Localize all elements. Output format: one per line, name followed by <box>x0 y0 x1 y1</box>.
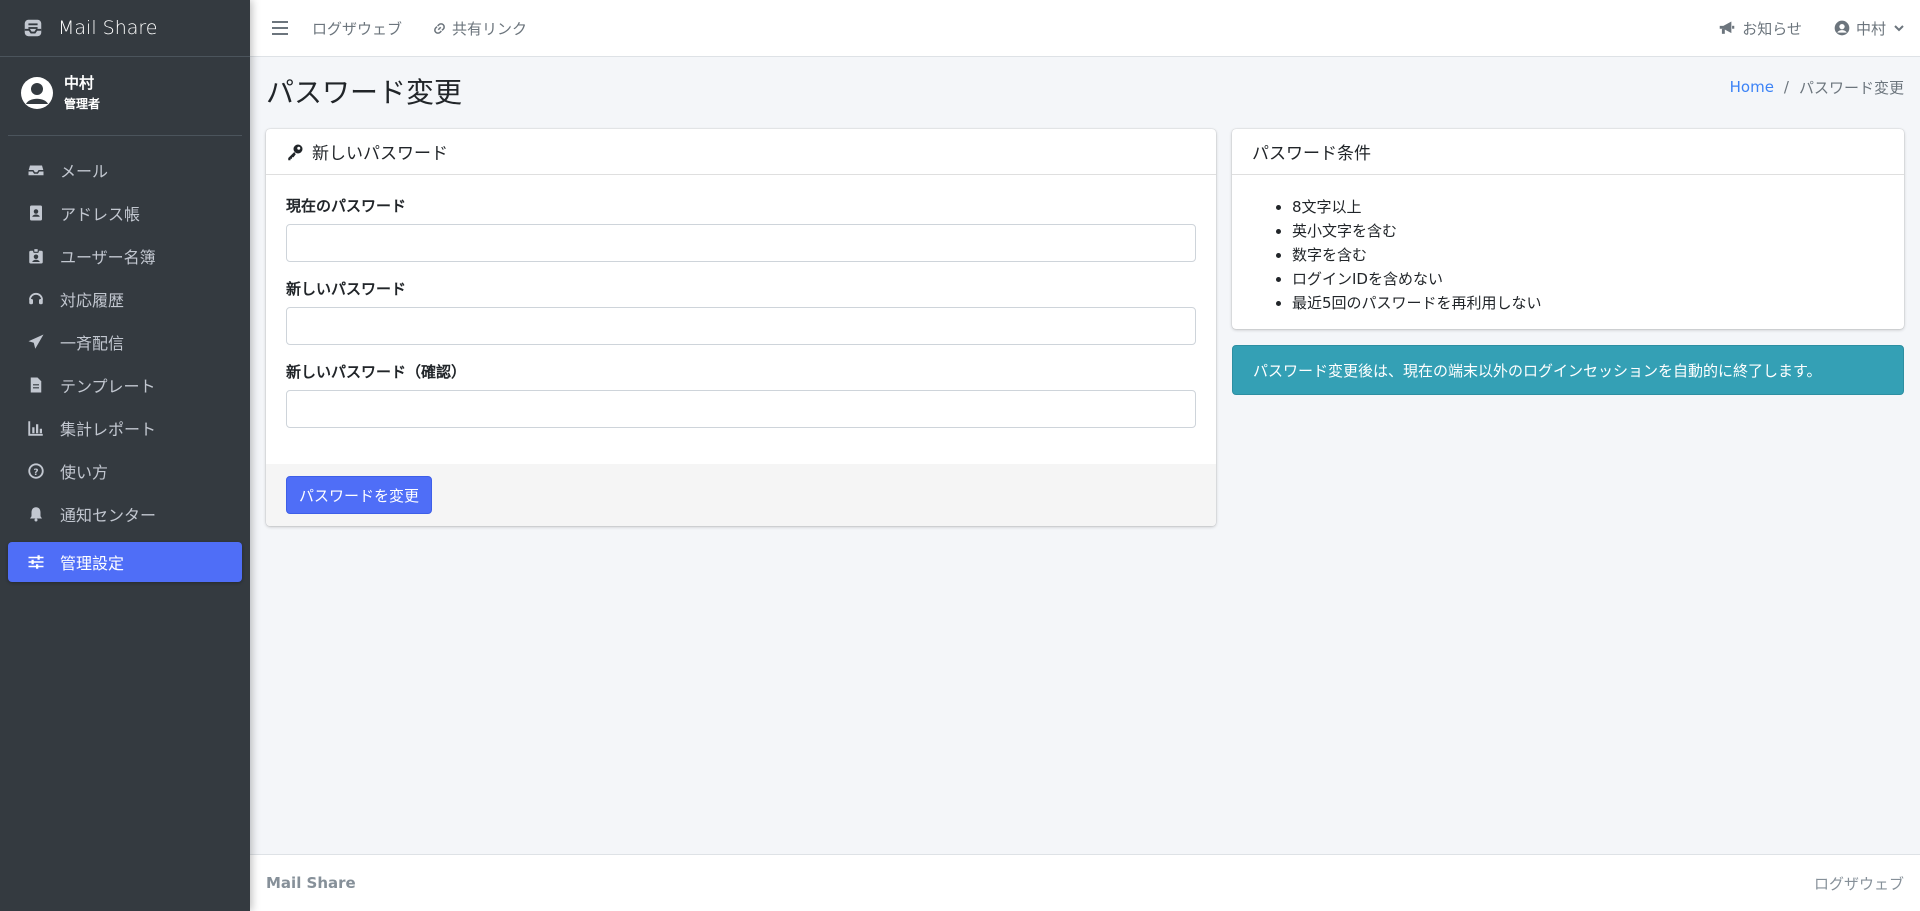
sidebar-item-broadcast[interactable]: 一斉配信 <box>8 322 242 362</box>
sidebar-item-address-book[interactable]: アドレス帳 <box>8 193 242 233</box>
sidebar-item-label: ユーザー名簿 <box>60 248 156 267</box>
sidebar-item-label: メール <box>60 162 109 181</box>
page-footer: Mail Share ログザウェブ <box>250 854 1920 911</box>
sidebar-item-help[interactable]: ? 使い方 <box>8 451 242 491</box>
card-title: 新しいパスワード <box>312 144 448 164</box>
sidebar-item-history[interactable]: 対応履歴 <box>8 279 242 319</box>
hamburger-menu-icon[interactable] <box>270 18 290 38</box>
card-title: パスワード条件 <box>1252 144 1371 164</box>
key-icon <box>286 143 304 161</box>
sidebar-item-mail[interactable]: メール <box>8 150 242 190</box>
user-menu-label: 中村 <box>1855 19 1886 38</box>
sidebar-item-notifications[interactable]: 通知センター <box>8 494 242 534</box>
headset-icon <box>26 289 46 309</box>
brand-link[interactable]: Mail Share <box>0 0 250 57</box>
file-icon <box>26 375 46 395</box>
top-navbar: ログザウェブ 共有リンク お知らせ 中村 <box>250 0 1920 57</box>
svg-text:?: ? <box>33 468 38 478</box>
password-form-card: 新しいパスワード 現在のパスワード 新しいパスワード 新しいパスワード（確認） <box>266 129 1216 526</box>
rules-body: 8文字以上 英小文字を含む 数字を含む ログインIDを含めない 最近5回のパスワ… <box>1232 175 1904 329</box>
new-password-input[interactable] <box>286 307 1196 345</box>
sliders-icon <box>26 552 46 572</box>
chart-bar-icon <box>26 418 46 438</box>
address-book-icon <box>26 203 46 223</box>
sidebar-item-label: 対応履歴 <box>60 291 125 310</box>
user-menu-dropdown[interactable]: 中村 <box>1834 18 1904 39</box>
breadcrumb-home-link[interactable]: Home <box>1730 78 1774 96</box>
breadcrumb-current: パスワード変更 <box>1798 78 1904 97</box>
user-circle-icon <box>1834 20 1850 36</box>
sidebar-item-user-directory[interactable]: ユーザー名簿 <box>8 236 242 276</box>
card-header: 新しいパスワード <box>266 129 1216 175</box>
sidebar-item-label: 通知センター <box>60 506 157 525</box>
sidebar-item-template[interactable]: テンプレート <box>8 365 242 405</box>
user-panel[interactable]: 中村 管理者 <box>8 57 242 136</box>
chevron-down-icon <box>1894 24 1904 32</box>
logout-link[interactable]: ログザウェブ <box>312 18 402 39</box>
bullhorn-icon <box>1718 20 1736 36</box>
current-password-label: 現在のパスワード <box>286 197 407 215</box>
current-password-input[interactable] <box>286 224 1196 262</box>
list-item: 数字を含む <box>1292 243 1884 267</box>
user-name: 中村 <box>64 74 95 92</box>
inbox-icon <box>26 160 46 180</box>
info-alert: パスワード変更後は、現在の端末以外のログインセッションを自動的に終了します。 <box>1232 345 1904 395</box>
user-role: 管理者 <box>64 97 101 111</box>
sidebar-item-label: 使い方 <box>60 463 109 482</box>
list-item: 8文字以上 <box>1292 195 1884 219</box>
confirm-password-input[interactable] <box>286 390 1196 428</box>
list-item: ログインIDを含めない <box>1292 267 1884 291</box>
user-avatar-icon <box>20 76 54 110</box>
sidebar-item-label: 集計レポート <box>60 420 157 439</box>
breadcrumb: Home / パスワード変更 <box>1730 77 1904 98</box>
page-header: パスワード変更 Home / パスワード変更 <box>266 57 1904 129</box>
password-rules-card: パスワード条件 8文字以上 英小文字を含む 数字を含む ログインIDを含めない … <box>1232 129 1904 329</box>
main-content: パスワード変更 Home / パスワード変更 新しいパスワード 現在のパスワード <box>250 57 1920 854</box>
sidebar: Mail Share 中村 管理者 メール アドレス帳 ユーザー名簿 対応履歴 <box>0 0 250 911</box>
notice-link[interactable]: お知らせ <box>1718 18 1802 39</box>
new-password-label: 新しいパスワード <box>286 280 407 298</box>
sidebar-item-label: 管理設定 <box>60 554 125 573</box>
id-badge-icon <box>26 246 46 266</box>
notice-label: お知らせ <box>1742 19 1802 38</box>
sidebar-item-label: アドレス帳 <box>60 205 141 224</box>
sidebar-item-label: テンプレート <box>60 377 156 396</box>
form-footer: パスワードを変更 <box>266 464 1216 526</box>
footer-brand: Mail Share <box>266 874 356 892</box>
list-item: 英小文字を含む <box>1292 219 1884 243</box>
page-title: パスワード変更 <box>266 76 463 109</box>
share-link[interactable]: 共有リンク <box>432 18 527 39</box>
form-body: 現在のパスワード 新しいパスワード 新しいパスワード（確認） <box>266 175 1216 446</box>
footer-right-text: ログザウェブ <box>1813 874 1904 893</box>
list-item: 最近5回のパスワードを再利用しない <box>1292 291 1884 315</box>
sidebar-item-admin-settings[interactable]: 管理設定 <box>8 542 242 582</box>
change-password-button[interactable]: パスワードを変更 <box>286 476 433 514</box>
card-header: パスワード条件 <box>1232 129 1904 175</box>
mail-share-icon <box>20 15 46 41</box>
paper-plane-icon <box>26 332 46 352</box>
link-icon <box>432 21 447 36</box>
bell-icon <box>26 504 46 524</box>
share-link-label: 共有リンク <box>452 19 528 38</box>
question-circle-icon: ? <box>26 461 46 481</box>
sidebar-item-report[interactable]: 集計レポート <box>8 408 242 448</box>
brand-name: Mail Share <box>58 17 158 39</box>
rules-list: 8文字以上 英小文字を含む 数字を含む ログインIDを含めない 最近5回のパスワ… <box>1254 195 1884 315</box>
confirm-password-label: 新しいパスワード（確認） <box>286 363 467 381</box>
breadcrumb-separator: / <box>1783 78 1789 96</box>
sidebar-nav: メール アドレス帳 ユーザー名簿 対応履歴 一斉配信 テンプレート 集計レポート… <box>0 136 250 582</box>
sidebar-item-label: 一斉配信 <box>60 334 125 353</box>
